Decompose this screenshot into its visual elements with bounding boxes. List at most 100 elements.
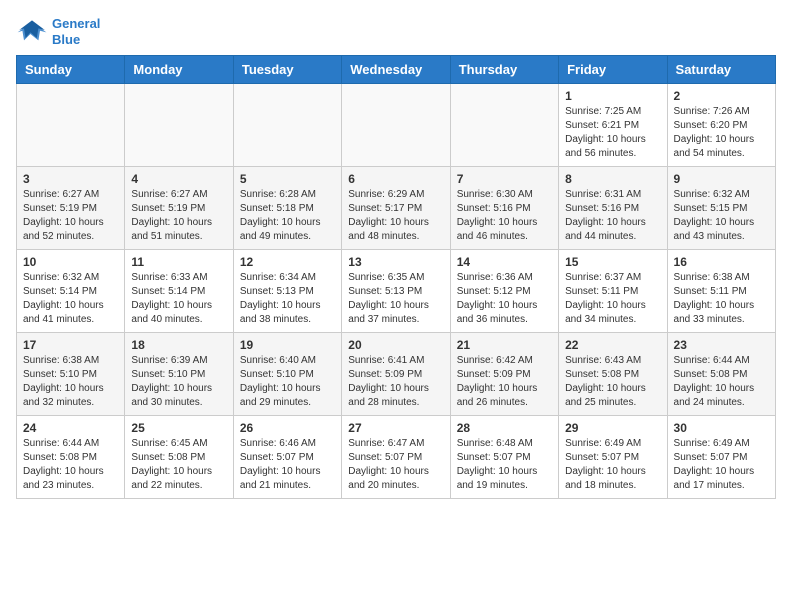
calendar-cell: 10 Sunrise: 6:32 AM Sunset: 5:14 PM Dayli… [17,250,125,333]
day-info: Sunrise: 6:35 AM Sunset: 5:13 PM Dayligh… [348,271,443,327]
day-info: Sunrise: 6:45 AM Sunset: 5:08 PM Dayligh… [131,437,226,493]
logo-text: General Blue [52,16,100,47]
calendar-table: SundayMondayTuesdayWednesdayThursdayFrid… [16,55,776,499]
day-number: 15 [565,255,660,269]
calendar-cell [125,84,233,167]
day-number: 11 [131,255,226,269]
calendar-cell: 2 Sunrise: 7:26 AM Sunset: 6:20 PM Daylig… [667,84,775,167]
calendar-cell: 26Sunrise: 6:46 AM Sunset: 5:07 PM Dayli… [233,416,341,499]
calendar-week-row: 1 Sunrise: 7:25 AM Sunset: 6:21 PM Daylig… [17,84,776,167]
day-number: 21 [457,338,552,352]
calendar-cell: 29 Sunrise: 6:49 AM Sunset: 5:07 PM Dayli… [559,416,667,499]
day-info: Sunrise: 6:48 AM Sunset: 5:07 PM Dayligh… [457,437,552,493]
day-info: Sunrise: 6:32 AM Sunset: 5:14 PM Dayligh… [23,271,118,327]
day-number: 20 [348,338,443,352]
calendar-cell: 19 Sunrise: 6:40 AM Sunset: 5:10 PM Dayli… [233,333,341,416]
weekday-header-monday: Monday [125,56,233,84]
day-number: 19 [240,338,335,352]
calendar-cell [17,84,125,167]
calendar-cell: 22 Sunrise: 6:43 AM Sunset: 5:08 PM Dayli… [559,333,667,416]
day-info: Sunrise: 6:27 AM Sunset: 5:19 PM Dayligh… [23,188,118,244]
day-number: 12 [240,255,335,269]
day-info: Sunrise: 7:26 AM Sunset: 6:20 PM Dayligh… [674,105,769,161]
day-info: Sunrise: 6:36 AM Sunset: 5:12 PM Dayligh… [457,271,552,327]
day-number: 9 [674,172,769,186]
calendar-cell: 14 Sunrise: 6:36 AM Sunset: 5:12 PM Dayli… [450,250,558,333]
day-info: Sunrise: 6:49 AM Sunset: 5:07 PM Dayligh… [565,437,660,493]
logo: General Blue [16,16,100,47]
day-number: 18 [131,338,226,352]
calendar-cell: 17 Sunrise: 6:38 AM Sunset: 5:10 PM Dayli… [17,333,125,416]
calendar-cell: 30Sunrise: 6:49 AM Sunset: 5:07 PM Dayli… [667,416,775,499]
weekday-header-friday: Friday [559,56,667,84]
weekday-header-tuesday: Tuesday [233,56,341,84]
day-number: 25 [131,421,226,435]
day-number: 7 [457,172,552,186]
calendar-cell: 6 Sunrise: 6:29 AM Sunset: 5:17 PM Daylig… [342,167,450,250]
day-number: 28 [457,421,552,435]
calendar-cell: 23 Sunrise: 6:44 AM Sunset: 5:08 PM Dayli… [667,333,775,416]
calendar-week-row: 10 Sunrise: 6:32 AM Sunset: 5:14 PM Dayli… [17,250,776,333]
weekday-header-saturday: Saturday [667,56,775,84]
calendar-week-row: 17 Sunrise: 6:38 AM Sunset: 5:10 PM Dayli… [17,333,776,416]
day-info: Sunrise: 6:29 AM Sunset: 5:17 PM Dayligh… [348,188,443,244]
day-number: 16 [674,255,769,269]
calendar-cell: 11 Sunrise: 6:33 AM Sunset: 5:14 PM Dayli… [125,250,233,333]
day-number: 24 [23,421,118,435]
day-number: 3 [23,172,118,186]
day-info: Sunrise: 6:37 AM Sunset: 5:11 PM Dayligh… [565,271,660,327]
day-info: Sunrise: 6:44 AM Sunset: 5:08 PM Dayligh… [23,437,118,493]
calendar-cell: 24 Sunrise: 6:44 AM Sunset: 5:08 PM Dayli… [17,416,125,499]
day-info: Sunrise: 6:42 AM Sunset: 5:09 PM Dayligh… [457,354,552,410]
day-number: 1 [565,89,660,103]
calendar-cell: 21 Sunrise: 6:42 AM Sunset: 5:09 PM Dayli… [450,333,558,416]
day-number: 6 [348,172,443,186]
calendar-cell: 3 Sunrise: 6:27 AM Sunset: 5:19 PM Daylig… [17,167,125,250]
day-number: 4 [131,172,226,186]
day-info: Sunrise: 6:40 AM Sunset: 5:10 PM Dayligh… [240,354,335,410]
day-info: Sunrise: 6:34 AM Sunset: 5:13 PM Dayligh… [240,271,335,327]
weekday-header-thursday: Thursday [450,56,558,84]
calendar-cell [342,84,450,167]
day-info: Sunrise: 6:46 AM Sunset: 5:07 PM Dayligh… [240,437,335,493]
calendar-cell: 15 Sunrise: 6:37 AM Sunset: 5:11 PM Dayli… [559,250,667,333]
calendar-cell: 16 Sunrise: 6:38 AM Sunset: 5:11 PM Dayli… [667,250,775,333]
day-info: Sunrise: 6:43 AM Sunset: 5:08 PM Dayligh… [565,354,660,410]
calendar-cell: 7 Sunrise: 6:30 AM Sunset: 5:16 PM Daylig… [450,167,558,250]
day-info: Sunrise: 6:41 AM Sunset: 5:09 PM Dayligh… [348,354,443,410]
day-info: Sunrise: 6:32 AM Sunset: 5:15 PM Dayligh… [674,188,769,244]
day-number: 29 [565,421,660,435]
calendar-cell: 28 Sunrise: 6:48 AM Sunset: 5:07 PM Dayli… [450,416,558,499]
calendar-cell: 20 Sunrise: 6:41 AM Sunset: 5:09 PM Dayli… [342,333,450,416]
day-info: Sunrise: 6:28 AM Sunset: 5:18 PM Dayligh… [240,188,335,244]
calendar-cell: 27 Sunrise: 6:47 AM Sunset: 5:07 PM Dayli… [342,416,450,499]
calendar-cell: 1 Sunrise: 7:25 AM Sunset: 6:21 PM Daylig… [559,84,667,167]
day-info: Sunrise: 7:25 AM Sunset: 6:21 PM Dayligh… [565,105,660,161]
day-number: 27 [348,421,443,435]
calendar-header-row: SundayMondayTuesdayWednesdayThursdayFrid… [17,56,776,84]
day-info: Sunrise: 6:47 AM Sunset: 5:07 PM Dayligh… [348,437,443,493]
day-number: 17 [23,338,118,352]
calendar-cell: 25 Sunrise: 6:45 AM Sunset: 5:08 PM Dayli… [125,416,233,499]
day-number: 10 [23,255,118,269]
page-header: General Blue [16,16,776,47]
day-info: Sunrise: 6:27 AM Sunset: 5:19 PM Dayligh… [131,188,226,244]
day-info: Sunrise: 6:31 AM Sunset: 5:16 PM Dayligh… [565,188,660,244]
calendar-week-row: 24 Sunrise: 6:44 AM Sunset: 5:08 PM Dayli… [17,416,776,499]
day-info: Sunrise: 6:44 AM Sunset: 5:08 PM Dayligh… [674,354,769,410]
day-info: Sunrise: 6:38 AM Sunset: 5:10 PM Dayligh… [23,354,118,410]
day-number: 2 [674,89,769,103]
day-info: Sunrise: 6:38 AM Sunset: 5:11 PM Dayligh… [674,271,769,327]
day-number: 14 [457,255,552,269]
calendar-cell: 18Sunrise: 6:39 AM Sunset: 5:10 PM Dayli… [125,333,233,416]
day-number: 8 [565,172,660,186]
calendar-cell: 8 Sunrise: 6:31 AM Sunset: 5:16 PM Daylig… [559,167,667,250]
calendar-cell: 13Sunrise: 6:35 AM Sunset: 5:13 PM Dayli… [342,250,450,333]
calendar-week-row: 3 Sunrise: 6:27 AM Sunset: 5:19 PM Daylig… [17,167,776,250]
day-info: Sunrise: 6:30 AM Sunset: 5:16 PM Dayligh… [457,188,552,244]
day-number: 22 [565,338,660,352]
day-number: 23 [674,338,769,352]
calendar-cell: 4 Sunrise: 6:27 AM Sunset: 5:19 PM Daylig… [125,167,233,250]
day-info: Sunrise: 6:33 AM Sunset: 5:14 PM Dayligh… [131,271,226,327]
day-number: 30 [674,421,769,435]
